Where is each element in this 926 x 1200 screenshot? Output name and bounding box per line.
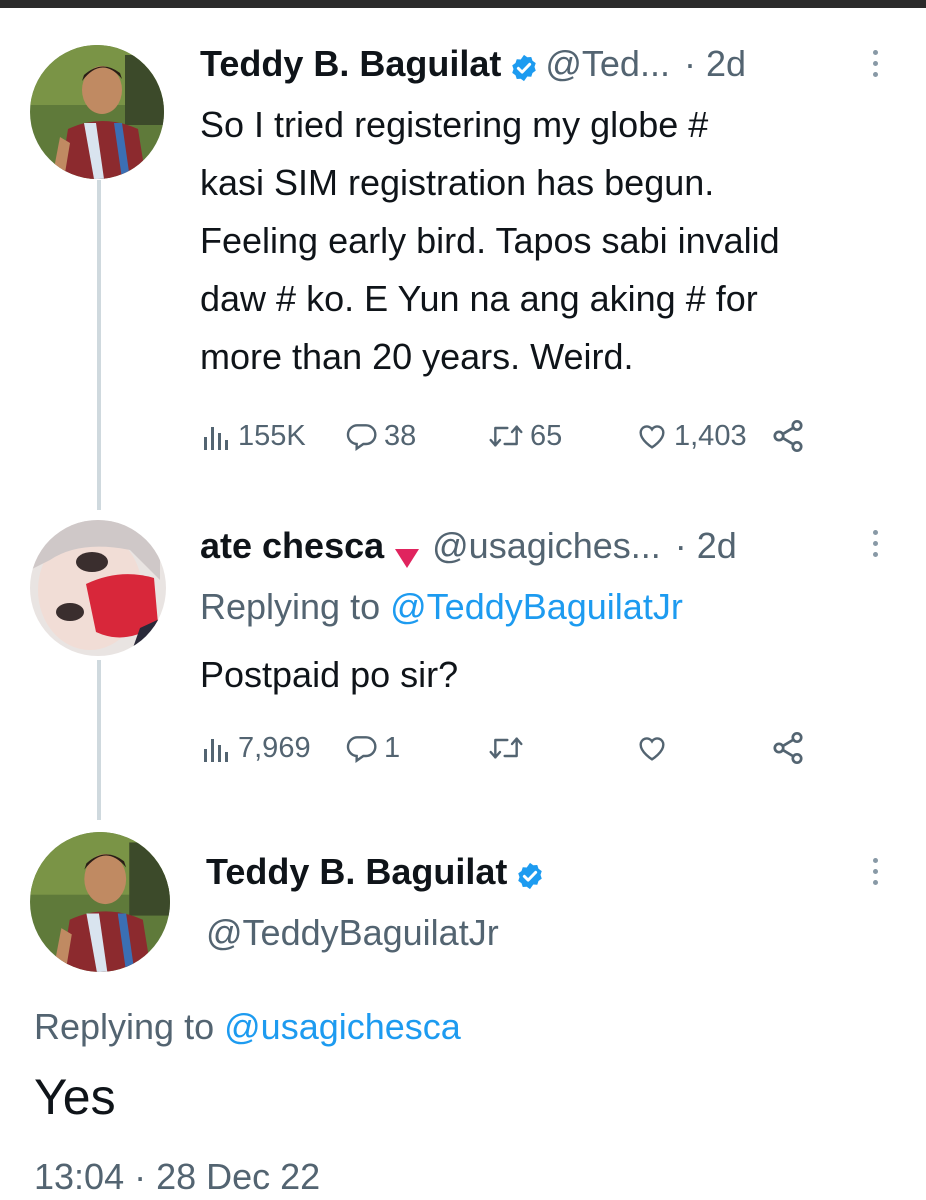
- replying-to: Replying to @usagichesca: [34, 1006, 461, 1048]
- share-button[interactable]: [770, 728, 810, 768]
- retweet-button[interactable]: 65: [486, 416, 562, 456]
- views-count: 7,969: [238, 731, 311, 764]
- retweet-count: 65: [530, 419, 563, 452]
- verified-icon: [515, 857, 545, 890]
- display-name[interactable]: ate chesca: [200, 524, 384, 568]
- views-icon: [204, 427, 228, 450]
- reply-count: 1: [384, 731, 401, 764]
- more-icon[interactable]: [873, 858, 881, 891]
- more-icon[interactable]: [873, 50, 881, 83]
- verified-icon: [509, 49, 539, 82]
- views-icon: [204, 739, 228, 762]
- reply-button[interactable]: 38: [344, 416, 416, 456]
- thread-connector: [97, 660, 101, 820]
- like-count: 1,403: [674, 419, 747, 452]
- tweet-header: Teddy B. Baguilat @Ted... · 2d: [200, 42, 746, 86]
- share-icon: [773, 731, 803, 765]
- share-button[interactable]: [770, 416, 810, 456]
- top-bar: [0, 0, 926, 8]
- more-icon[interactable]: [873, 530, 881, 563]
- reply-button[interactable]: 1: [344, 728, 400, 768]
- avatar[interactable]: [30, 832, 170, 972]
- tweet-text-line: Feeling early bird. Tapos sabi invalid: [200, 220, 780, 261]
- tweet-text: Postpaid po sir?: [200, 654, 459, 695]
- like-button[interactable]: [634, 728, 674, 768]
- views-button[interactable]: 7,969: [200, 728, 311, 768]
- replying-to: Replying to @TeddyBaguilatJr: [200, 586, 683, 628]
- tweet-actions: 7,969 1: [200, 728, 840, 768]
- avatar[interactable]: [30, 45, 164, 179]
- tweet-text-line: kasi SIM registration has begun.: [200, 162, 715, 203]
- replying-label: Replying to: [200, 586, 381, 627]
- handle[interactable]: @Ted...: [545, 42, 670, 86]
- reply-count: 38: [384, 419, 417, 452]
- views-count: 155K: [238, 419, 306, 452]
- handle[interactable]: @TeddyBaguilatJr: [206, 912, 499, 954]
- tweet-timestamp[interactable]: 13:04 · 28 Dec 22: [34, 1156, 320, 1198]
- tweet-header: Teddy B. Baguilat: [206, 850, 551, 894]
- like-icon: [639, 737, 665, 761]
- retweet-icon: [489, 737, 523, 759]
- tweet-text-line: daw # ko. E Yun na ang aking # for: [200, 278, 758, 319]
- display-name[interactable]: Teddy B. Baguilat: [206, 850, 507, 894]
- like-icon: [639, 425, 665, 449]
- tweet-text: So I tried registering my globe # kasi S…: [200, 96, 910, 386]
- retweet-button[interactable]: [486, 728, 530, 768]
- tweet-time[interactable]: · 2d: [684, 42, 746, 86]
- tweet-text-line: more than 20 years. Weird.: [200, 336, 634, 377]
- retweet-icon: [489, 425, 523, 447]
- reply-icon: [346, 736, 377, 763]
- thread-connector: [97, 180, 101, 510]
- handle[interactable]: @usagiches...: [432, 524, 661, 568]
- replying-label: Replying to: [34, 1006, 215, 1047]
- mention-link[interactable]: @usagichesca: [224, 1006, 461, 1047]
- share-icon: [773, 419, 803, 453]
- avatar[interactable]: [30, 520, 166, 656]
- red-triangle-icon: [394, 535, 420, 568]
- like-button[interactable]: 1,403: [634, 416, 747, 456]
- tweet-actions: 155K 38 65 1,403: [200, 416, 840, 456]
- display-name[interactable]: Teddy B. Baguilat: [200, 42, 501, 86]
- tweet-header: ate chesca @usagiches... · 2d: [200, 524, 737, 568]
- reply-icon: [346, 424, 377, 451]
- tweet-time[interactable]: · 2d: [675, 524, 737, 568]
- views-button[interactable]: 155K: [200, 416, 306, 456]
- mention-link[interactable]: @TeddyBaguilatJr: [390, 586, 683, 627]
- tweet-text-line: So I tried registering my globe #: [200, 104, 709, 145]
- tweet-text: Yes: [34, 1069, 116, 1125]
